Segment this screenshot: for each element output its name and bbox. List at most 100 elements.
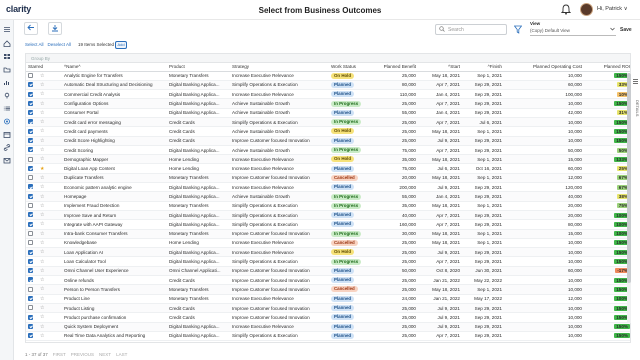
vertical-scrollbar[interactable] xyxy=(627,73,631,323)
row-checkbox[interactable] xyxy=(28,138,33,143)
row-checkbox[interactable] xyxy=(28,203,33,209)
star-icon[interactable]: ☆ xyxy=(40,101,44,107)
star-icon[interactable]: ☆ xyxy=(40,249,44,255)
mail-icon[interactable] xyxy=(3,157,11,164)
star-icon[interactable]: ☆ xyxy=(40,119,44,125)
star-icon[interactable]: ☆ xyxy=(40,212,44,218)
row-checkbox[interactable] xyxy=(28,184,33,190)
star-icon[interactable]: ☆ xyxy=(40,221,44,227)
search-input[interactable]: Search xyxy=(435,24,507,35)
row-checkbox[interactable] xyxy=(28,258,33,264)
table-row[interactable]: ☆ Product Listing Credit Cards Improve Cust… xyxy=(26,303,630,314)
row-checkbox[interactable] xyxy=(28,212,33,218)
row-checkbox[interactable] xyxy=(28,91,33,97)
menu-icon[interactable] xyxy=(3,26,11,33)
star-icon[interactable]: ★ xyxy=(40,166,44,172)
star-icon[interactable]: ☆ xyxy=(40,147,44,153)
target-icon[interactable] xyxy=(3,118,11,125)
link-icon[interactable] xyxy=(3,144,11,151)
column-header[interactable]: Planned Benefit xyxy=(374,63,418,72)
row-checkbox[interactable] xyxy=(28,286,33,292)
view-select[interactable]: (Copy) Default View xyxy=(530,27,616,36)
download-button[interactable] xyxy=(48,22,62,35)
table-row[interactable]: ☆ Demographic Mapper Home Lending Increase … xyxy=(26,154,630,165)
column-header[interactable]: ^Start xyxy=(418,63,462,72)
table-row[interactable]: ☆ Person to Person Transfers Monetary Tran… xyxy=(26,284,630,295)
add-button[interactable]: Add xyxy=(115,41,127,49)
folder-icon[interactable] xyxy=(3,66,11,73)
row-checkbox[interactable] xyxy=(28,175,33,181)
avatar[interactable] xyxy=(580,3,593,16)
table-row[interactable]: ☆ Quick System Deployment Digital Banking … xyxy=(26,322,630,332)
row-checkbox[interactable] xyxy=(28,314,33,320)
table-row[interactable]: ☆ Improve Save and Return Digital Banking … xyxy=(26,210,630,221)
user-greeting[interactable]: Hi, Patrick ∨ xyxy=(597,6,628,12)
home-icon[interactable] xyxy=(3,40,11,47)
scrollbar-thumb[interactable] xyxy=(627,73,631,283)
table-row[interactable]: ☆ Product purchase confirmation Credit Car… xyxy=(26,312,630,323)
row-checkbox[interactable] xyxy=(28,156,33,162)
row-checkbox[interactable] xyxy=(28,240,33,246)
column-header[interactable]: Starred xyxy=(26,63,62,72)
star-icon[interactable]: ☆ xyxy=(40,128,44,134)
row-checkbox[interactable] xyxy=(28,305,33,311)
star-icon[interactable]: ☆ xyxy=(40,184,44,190)
column-header[interactable]: ^Finish xyxy=(462,63,504,72)
table-row[interactable]: ☆ Configuration Options Digital Banking Ap… xyxy=(26,98,630,109)
row-checkbox[interactable] xyxy=(28,193,33,199)
row-checkbox[interactable] xyxy=(28,296,33,302)
table-row[interactable]: ☆ Product Line Monetary Transfers Increase … xyxy=(26,294,630,304)
star-icon[interactable]: ☆ xyxy=(40,324,44,330)
previous-page-link[interactable]: PREVIOUS xyxy=(71,352,94,357)
row-checkbox[interactable] xyxy=(28,82,33,88)
table-row[interactable]: ☆ Knowledgebase Home Lending Increase Execu… xyxy=(26,238,630,249)
back-button[interactable] xyxy=(24,22,38,35)
table-row[interactable]: ☆ Economic pattern analytic engine Digital… xyxy=(26,182,630,193)
row-checkbox[interactable] xyxy=(28,277,33,283)
table-row[interactable]: ☆ Credit card error messaging Credit Cards… xyxy=(26,117,630,128)
star-icon[interactable]: ☆ xyxy=(40,203,44,209)
calendar-icon[interactable] xyxy=(3,131,11,138)
star-icon[interactable]: ☆ xyxy=(40,240,44,246)
select-all-link[interactable]: Select All xyxy=(25,42,44,47)
table-row[interactable]: ☆ Loan Application AI Digital Banking Appl… xyxy=(26,247,630,258)
column-header[interactable]: Work Status xyxy=(329,63,374,72)
row-checkbox[interactable] xyxy=(28,230,33,236)
deselect-all-link[interactable]: Deselect All xyxy=(48,42,72,47)
pin-icon[interactable] xyxy=(3,92,11,99)
table-row[interactable]: ☆ Integrate with AAPI Gateway Digital Bank… xyxy=(26,219,630,230)
row-checkbox[interactable] xyxy=(28,333,33,339)
star-icon[interactable]: ☆ xyxy=(40,268,44,274)
star-icon[interactable]: ☆ xyxy=(40,259,44,265)
last-page-link[interactable]: LAST xyxy=(116,352,127,357)
table-row[interactable]: ☆ Credit card payments Credit Cards Achieve… xyxy=(26,126,630,137)
star-icon[interactable]: ☆ xyxy=(40,286,44,292)
star-icon[interactable]: ☆ xyxy=(40,156,44,162)
table-row[interactable]: ★ Digital Loan App Content Home Lending Inc… xyxy=(26,163,630,174)
column-header[interactable]: Planned ROI xyxy=(584,63,630,72)
row-checkbox[interactable] xyxy=(28,119,33,125)
table-row[interactable]: ☆ Credit Score Highlighting Credit Cards Im… xyxy=(26,136,630,146)
star-icon[interactable]: ☆ xyxy=(40,138,44,144)
row-checkbox[interactable] xyxy=(28,165,33,171)
filter-icon[interactable] xyxy=(513,25,523,34)
star-icon[interactable]: ☆ xyxy=(40,333,44,339)
row-checkbox[interactable] xyxy=(28,268,33,274)
chart-icon[interactable] xyxy=(3,79,11,86)
star-icon[interactable]: ☆ xyxy=(40,296,44,302)
row-checkbox[interactable] xyxy=(28,221,33,227)
column-header[interactable]: Product xyxy=(167,63,230,72)
star-icon[interactable]: ☆ xyxy=(40,82,44,88)
row-checkbox[interactable] xyxy=(28,147,33,153)
column-header[interactable]: Planned Operating Cost xyxy=(504,63,584,72)
first-page-link[interactable]: FIRST xyxy=(53,352,66,357)
column-header[interactable]: Strategy xyxy=(230,63,329,72)
star-icon[interactable]: ☆ xyxy=(40,73,44,79)
row-checkbox[interactable] xyxy=(28,72,33,78)
table-row[interactable]: ☆ Online refunds Credit Cards Improve Custo… xyxy=(26,275,630,286)
row-checkbox[interactable] xyxy=(28,323,33,329)
table-row[interactable]: ☆ Loan Calculator Tool Digital Banking App… xyxy=(26,256,630,267)
table-row[interactable]: ☆ Consumer Portal Digital Banking Applica.… xyxy=(26,108,630,119)
star-icon[interactable]: ☆ xyxy=(40,305,44,311)
next-page-link[interactable]: NEXT xyxy=(99,352,111,357)
